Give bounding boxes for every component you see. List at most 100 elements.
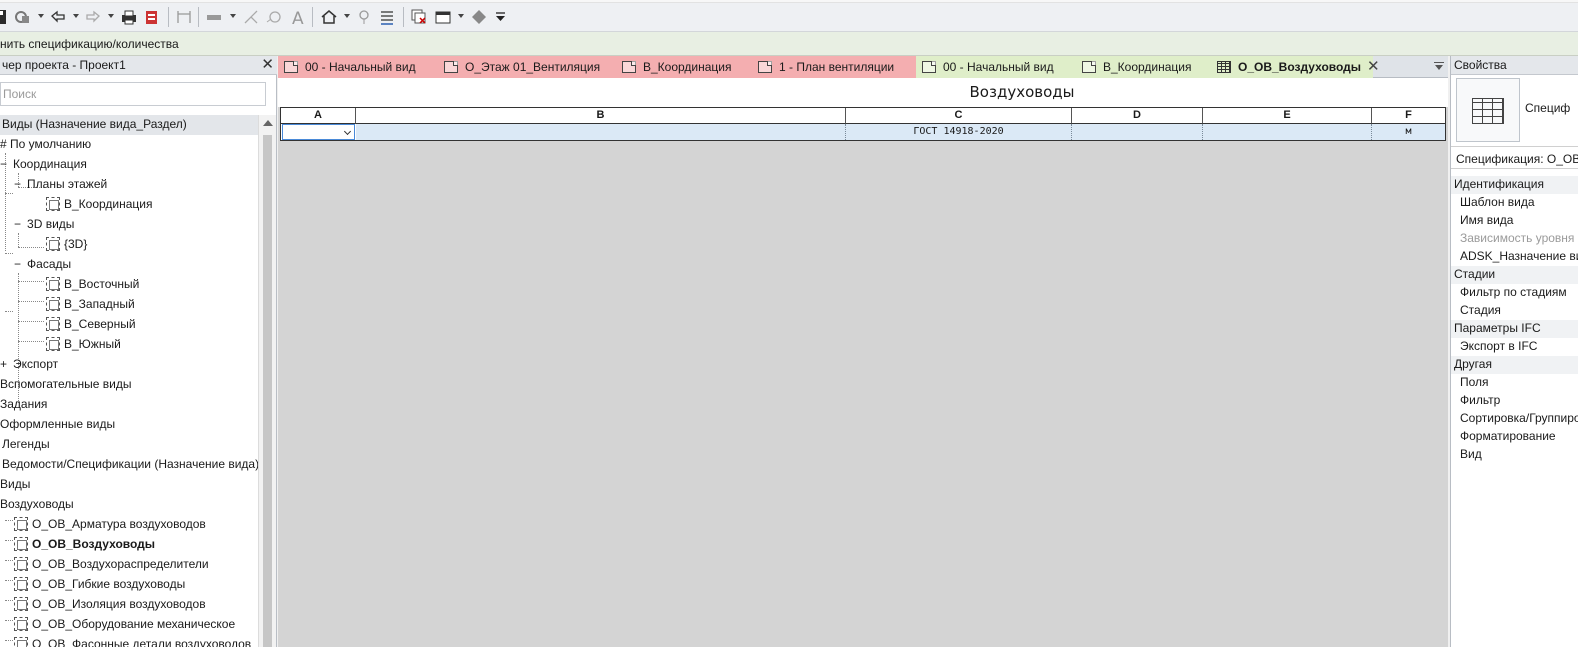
- collapse-icon[interactable]: −: [14, 177, 21, 191]
- chevron-down-icon[interactable]: [343, 127, 352, 136]
- dimension-dropdown-arrow[interactable]: [230, 14, 236, 18]
- tree-item-view[interactable]: В_Восточный: [46, 275, 139, 295]
- schedule-cell[interactable]: [1203, 124, 1372, 140]
- close-hidden-windows-icon[interactable]: [410, 8, 428, 26]
- property-category[interactable]: Другая: [1451, 356, 1578, 374]
- dimension-icon[interactable]: [205, 8, 223, 26]
- property-category[interactable]: Стадии: [1451, 266, 1578, 284]
- tree-item-schedule-active[interactable]: О_ОВ_Воздуховоды: [14, 535, 155, 555]
- tree-item-views-root[interactable]: Виды (Назначение вида_Раздел): [0, 115, 260, 135]
- collapse-icon[interactable]: −: [14, 217, 21, 231]
- tree-item-schedule[interactable]: О_ОВ_Арматура воздуховодов: [14, 515, 206, 535]
- home-view-dropdown-arrow[interactable]: [344, 14, 350, 18]
- tab-active-schedule[interactable]: О_ОВ_Воздуховоды ✕: [1211, 56, 1380, 78]
- tab-view[interactable]: В_Координация: [1076, 56, 1211, 78]
- column-header-d[interactable]: D: [1072, 108, 1203, 124]
- sync-dropdown-arrow[interactable]: [38, 14, 44, 18]
- property-category[interactable]: Идентификация: [1451, 176, 1578, 194]
- column-header-e[interactable]: E: [1203, 108, 1372, 124]
- instance-filter[interactable]: Спецификация: О_ОВ: [1451, 147, 1578, 169]
- column-header-c[interactable]: C: [846, 108, 1072, 124]
- column-header-b[interactable]: B: [356, 108, 846, 124]
- thin-lines-icon[interactable]: [378, 8, 396, 26]
- tree-item-elevations[interactable]: − Фасады: [14, 255, 71, 275]
- property-row[interactable]: Фильтр по стадиям: [1451, 284, 1578, 302]
- tree-item-coordination[interactable]: − Координация: [0, 155, 87, 175]
- browser-scrollbar[interactable]: [258, 115, 276, 647]
- tree-item-view[interactable]: В_Координация: [46, 195, 153, 215]
- tab-view[interactable]: О_Этаж 01_Вентиляция: [438, 56, 616, 78]
- tree-item-legends[interactable]: Легенды: [2, 435, 50, 455]
- scrollbar-thumb[interactable]: [263, 135, 272, 647]
- tree-item-views[interactable]: Виды: [0, 475, 30, 495]
- expand-icon[interactable]: +: [0, 357, 7, 371]
- schedule-cell[interactable]: ГОСТ 14918-2020: [846, 124, 1072, 140]
- tree-item-default[interactable]: # По умолчанию: [0, 135, 91, 155]
- view-icon: [1082, 61, 1096, 73]
- property-row[interactable]: Фильтр: [1451, 392, 1578, 410]
- collapse-icon[interactable]: −: [0, 157, 7, 171]
- tree-item-export[interactable]: + Экспорт: [0, 355, 58, 375]
- tree-item-3d-views[interactable]: −3D виды: [14, 215, 74, 235]
- property-row[interactable]: Вид: [1451, 446, 1578, 464]
- column-header-a[interactable]: A: [281, 108, 356, 124]
- undo-dropdown-arrow[interactable]: [73, 14, 79, 18]
- settings-icon[interactable]: [470, 8, 488, 26]
- home-view-icon[interactable]: [320, 8, 338, 26]
- close-icon[interactable]: ✕: [1367, 56, 1380, 78]
- sync-icon[interactable]: [13, 8, 31, 26]
- search-input[interactable]: Поиск: [0, 82, 266, 106]
- tag-icon[interactable]: [265, 8, 283, 26]
- tree-item-view[interactable]: В_Южный: [46, 335, 121, 355]
- tree-item-schedules[interactable]: Ведомости/Спецификации (Назначение вида): [2, 455, 259, 475]
- section-icon[interactable]: [355, 8, 373, 26]
- tab-view[interactable]: 00 - Начальный вид: [916, 56, 1076, 78]
- customize-toolbar-icon[interactable]: [492, 8, 510, 26]
- property-row[interactable]: Шаблон вида: [1451, 194, 1578, 212]
- save-icon[interactable]: [0, 8, 10, 26]
- tree-item-view[interactable]: В_Северный: [46, 315, 136, 335]
- tab-view[interactable]: 00 - Начальный вид: [278, 56, 438, 78]
- schedule-cell-dropdown[interactable]: [282, 124, 355, 140]
- tree-item-view[interactable]: {3D}: [46, 235, 87, 255]
- property-row[interactable]: Экспорт в IFC: [1451, 338, 1578, 356]
- align-icon[interactable]: [242, 8, 260, 26]
- export-icon[interactable]: [143, 8, 161, 26]
- property-row[interactable]: Стадия: [1451, 302, 1578, 320]
- property-row[interactable]: Имя вида: [1451, 212, 1578, 230]
- redo-dropdown-arrow[interactable]: [108, 14, 114, 18]
- switch-windows-dropdown-arrow[interactable]: [458, 14, 464, 18]
- tree-item-floor-plans[interactable]: − Планы этажей: [14, 175, 107, 195]
- schedule-cell[interactable]: [1072, 124, 1203, 140]
- property-category[interactable]: Параметры IFC: [1451, 320, 1578, 338]
- tree-item-schedule[interactable]: О_ОВ_Гибкие воздуховоды: [14, 575, 185, 595]
- tree-item-aux-views[interactable]: Вспомогательные виды: [0, 375, 131, 395]
- tab-view[interactable]: В_Координация: [616, 56, 752, 78]
- property-row[interactable]: Форматирование: [1451, 428, 1578, 446]
- text-icon[interactable]: A: [289, 8, 307, 26]
- print-icon[interactable]: [120, 8, 138, 26]
- property-row[interactable]: ADSK_Назначение вида: [1451, 248, 1578, 266]
- switch-windows-icon[interactable]: [434, 8, 452, 26]
- redo-icon[interactable]: [84, 8, 102, 26]
- tree-item-schedule[interactable]: О_ОВ_Оборудование механическое: [14, 615, 235, 635]
- type-selector[interactable]: Специф: [1451, 75, 1578, 147]
- tree-item-formatted-views[interactable]: Оформленные виды: [0, 415, 115, 435]
- measure-icon[interactable]: [175, 8, 193, 26]
- collapse-icon[interactable]: −: [14, 257, 21, 271]
- tree-item-schedule[interactable]: О_ОВ_Фасонные детали воздуховодов: [14, 635, 251, 647]
- schedule-cell[interactable]: м: [1372, 124, 1445, 140]
- tab-view[interactable]: 1 - План вентиляции: [752, 56, 916, 78]
- property-row[interactable]: Сортировка/Группировка: [1451, 410, 1578, 428]
- scroll-up-icon[interactable]: [263, 120, 273, 126]
- property-row[interactable]: Поля: [1451, 374, 1578, 392]
- tree-item-schedule[interactable]: О_ОВ_Воздухораспределители: [14, 555, 209, 575]
- tree-item-ducts-group[interactable]: Воздуховоды: [0, 495, 74, 515]
- schedule-cell[interactable]: [356, 124, 846, 140]
- undo-icon[interactable]: [49, 8, 67, 26]
- tree-item-tasks[interactable]: Задания: [0, 395, 47, 415]
- tree-item-schedule[interactable]: О_ОВ_Изоляция воздуховодов: [14, 595, 206, 615]
- close-icon[interactable]: ✕: [261, 57, 274, 72]
- column-header-f[interactable]: F: [1372, 108, 1445, 124]
- tree-item-view[interactable]: В_Западный: [46, 295, 135, 315]
